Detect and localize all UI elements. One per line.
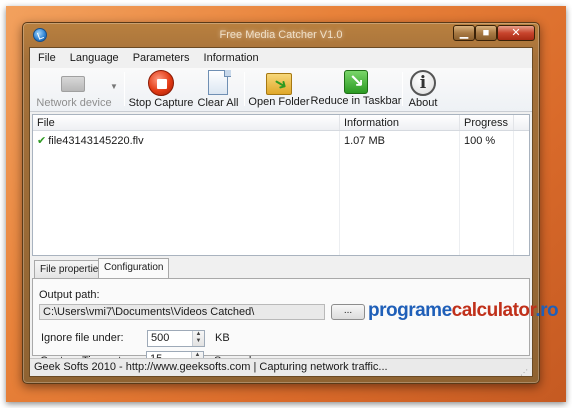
clear-all-button[interactable]: Clear All [196, 70, 240, 110]
info-icon: i [410, 70, 436, 96]
spinner-up-icon[interactable]: ▲ [193, 331, 204, 338]
spinner-arrows[interactable]: ▲ ▼ [192, 331, 204, 346]
tab-configuration[interactable]: Configuration [98, 258, 170, 278]
menu-language[interactable]: Language [70, 52, 119, 64]
reduce-taskbar-label: Reduce in Taskbar [310, 95, 402, 107]
toolbar: Network device ▼ Stop Capture Clear All … [30, 68, 532, 112]
reduce-taskbar-button[interactable]: Reduce in Taskbar [311, 70, 401, 110]
about-button[interactable]: i About [406, 70, 440, 110]
network-device-button[interactable]: Network device [34, 70, 114, 110]
ignore-unit-label: KB [215, 332, 230, 344]
network-device-label: Network device [36, 97, 112, 109]
clear-all-label: Clear All [197, 97, 239, 109]
menu-file[interactable]: File [38, 52, 56, 64]
output-path-label: Output path: [39, 289, 100, 301]
client-area: File Language Parameters Information Net… [29, 47, 533, 377]
maximize-button[interactable]: ■ [475, 25, 497, 41]
app-window: Free Media Catcher V1.0 ▁ ■ ✕ File Langu… [22, 22, 540, 384]
minimize-button[interactable]: ▁ [453, 25, 475, 41]
browse-button[interactable]: ... [331, 304, 365, 320]
title-bar[interactable]: Free Media Catcher V1.0 ▁ ■ ✕ [23, 23, 539, 47]
file-name: file43143145220.flv [48, 135, 144, 147]
stop-icon [148, 70, 174, 96]
column-header-empty [513, 115, 531, 130]
watermark-logo: programecalculator.ro [368, 300, 559, 322]
file-cell: ✔ file43143145220.flv [37, 133, 144, 149]
column-header-progress[interactable]: Progress [459, 115, 513, 130]
watermark-part2: calculator [451, 300, 536, 321]
list-header: File Information Progress [33, 115, 529, 131]
open-folder-button[interactable]: Open Folder [248, 70, 310, 110]
close-button[interactable]: ✕ [497, 25, 535, 41]
folder-icon [266, 73, 292, 95]
table-row[interactable]: ✔ file43143145220.flv 1.07 MB 100 % [33, 133, 529, 149]
toolbar-separator [402, 72, 403, 106]
chevron-down-icon[interactable]: ▼ [110, 82, 118, 91]
about-label: About [408, 97, 438, 109]
ignore-size-spinner[interactable]: 500 ▲ ▼ [147, 330, 205, 347]
status-text: Geek Softs 2010 - http://www.geeksofts.c… [34, 361, 388, 373]
column-divider [459, 131, 460, 255]
watermark-part1: programe [368, 300, 452, 321]
resize-grip-icon[interactable]: ⋰ [520, 364, 530, 377]
toolbar-separator [124, 72, 125, 106]
ignore-file-label: Ignore file under: [41, 332, 124, 344]
toolbar-separator [244, 72, 245, 106]
column-header-information[interactable]: Information [339, 115, 459, 130]
watermark-part3: .ro [535, 300, 559, 321]
capture-list[interactable]: File Information Progress ✔ file431431452… [32, 114, 530, 256]
spinner-down-icon[interactable]: ▼ [193, 338, 204, 345]
ignore-size-value: 500 [151, 332, 170, 344]
column-divider [513, 131, 514, 255]
information-cell: 1.07 MB [344, 135, 385, 147]
column-divider [339, 131, 340, 255]
menu-information[interactable]: Information [204, 52, 259, 64]
column-header-file[interactable]: File [33, 115, 339, 130]
document-icon [208, 70, 228, 95]
status-bar: Geek Softs 2010 - http://www.geeksofts.c… [30, 358, 532, 377]
open-folder-label: Open Folder [248, 96, 310, 108]
menu-bar: File Language Parameters Information [30, 48, 532, 68]
minimize-arrow-icon [344, 70, 368, 94]
network-card-icon [61, 76, 85, 92]
output-path-field[interactable]: C:\Users\vmi7\Documents\Videos Catched\ [39, 304, 325, 320]
menu-parameters[interactable]: Parameters [133, 52, 190, 64]
check-icon: ✔ [37, 135, 47, 147]
stop-capture-label: Stop Capture [128, 97, 194, 109]
stop-capture-button[interactable]: Stop Capture [128, 70, 194, 110]
progress-cell: 100 % [464, 135, 496, 147]
